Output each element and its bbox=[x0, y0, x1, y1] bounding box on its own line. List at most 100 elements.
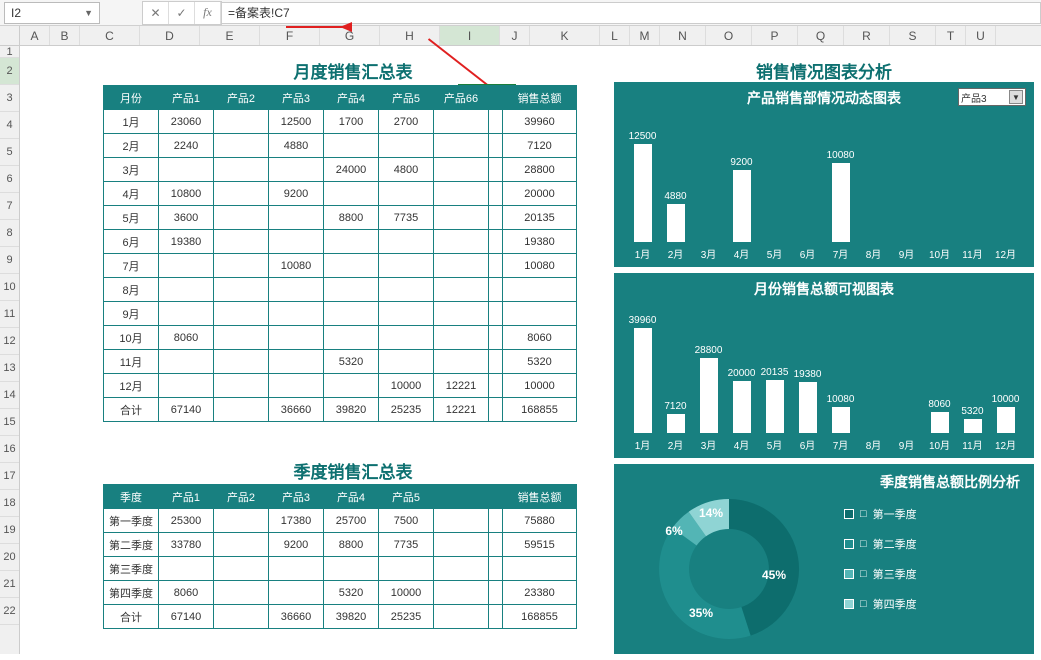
table-cell[interactable] bbox=[269, 581, 324, 605]
table-cell[interactable] bbox=[489, 158, 503, 182]
table-header-cell[interactable]: 销售总额 bbox=[503, 485, 577, 509]
table-cell[interactable] bbox=[489, 254, 503, 278]
table-cell[interactable] bbox=[379, 182, 434, 206]
table-cell[interactable]: 10000 bbox=[503, 374, 577, 398]
table-cell[interactable]: 7月 bbox=[104, 254, 159, 278]
table-cell[interactable]: 39960 bbox=[503, 110, 577, 134]
table-cell[interactable] bbox=[269, 158, 324, 182]
table-cell[interactable]: 2月 bbox=[104, 134, 159, 158]
table-cell[interactable] bbox=[379, 278, 434, 302]
table-cell[interactable]: 3月 bbox=[104, 158, 159, 182]
table-cell[interactable]: 6月 bbox=[104, 230, 159, 254]
table-cell[interactable]: 9200 bbox=[269, 182, 324, 206]
table-cell[interactable] bbox=[214, 374, 269, 398]
table-cell[interactable]: 第四季度 bbox=[104, 581, 159, 605]
table-cell[interactable] bbox=[434, 158, 489, 182]
name-box-dropdown-icon[interactable]: ▼ bbox=[84, 8, 93, 18]
table-cell[interactable]: 7500 bbox=[379, 509, 434, 533]
table-cell[interactable]: 10月 bbox=[104, 326, 159, 350]
row-header[interactable]: 6 bbox=[0, 166, 19, 193]
table-cell[interactable]: 第一季度 bbox=[104, 509, 159, 533]
table-cell[interactable]: 19380 bbox=[159, 230, 214, 254]
table-cell[interactable]: 合计 bbox=[104, 605, 159, 629]
table-cell[interactable] bbox=[269, 278, 324, 302]
table-cell[interactable] bbox=[489, 182, 503, 206]
table-cell[interactable] bbox=[434, 581, 489, 605]
table-cell[interactable] bbox=[214, 605, 269, 629]
column-header[interactable]: K bbox=[530, 26, 600, 45]
table-cell[interactable] bbox=[379, 350, 434, 374]
table-cell[interactable]: 2240 bbox=[159, 134, 214, 158]
column-header[interactable]: O bbox=[706, 26, 752, 45]
quarterly-sales-table[interactable]: 季度产品1产品2产品3产品4产品5销售总额第一季度253001738025700… bbox=[103, 484, 577, 629]
table-cell[interactable]: 4880 bbox=[269, 134, 324, 158]
table-cell[interactable]: 23060 bbox=[159, 110, 214, 134]
table-cell[interactable]: 9200 bbox=[269, 533, 324, 557]
column-header[interactable]: S bbox=[890, 26, 936, 45]
table-cell[interactable]: 12月 bbox=[104, 374, 159, 398]
row-header[interactable]: 12 bbox=[0, 328, 19, 355]
table-cell[interactable] bbox=[324, 557, 379, 581]
table-cell[interactable] bbox=[324, 278, 379, 302]
table-header-cell[interactable]: 产品3 bbox=[269, 485, 324, 509]
table-header-cell[interactable]: 产品3 bbox=[269, 86, 324, 110]
table-cell[interactable]: 5320 bbox=[324, 581, 379, 605]
table-cell[interactable] bbox=[159, 557, 214, 581]
table-cell[interactable]: 7120 bbox=[503, 134, 577, 158]
table-cell[interactable]: 7735 bbox=[379, 533, 434, 557]
table-header-cell[interactable]: 产品5 bbox=[379, 485, 434, 509]
table-cell[interactable]: 168855 bbox=[503, 398, 577, 422]
table-cell[interactable] bbox=[269, 206, 324, 230]
table-cell[interactable] bbox=[379, 254, 434, 278]
row-header[interactable]: 22 bbox=[0, 598, 19, 625]
table-cell[interactable]: 28800 bbox=[503, 158, 577, 182]
table-cell[interactable] bbox=[214, 254, 269, 278]
table-cell[interactable] bbox=[324, 230, 379, 254]
table-cell[interactable] bbox=[434, 230, 489, 254]
table-cell[interactable] bbox=[159, 350, 214, 374]
table-cell[interactable]: 168855 bbox=[503, 605, 577, 629]
table-cell[interactable] bbox=[489, 581, 503, 605]
table-cell[interactable] bbox=[324, 254, 379, 278]
table-cell[interactable]: 23380 bbox=[503, 581, 577, 605]
table-cell[interactable]: 67140 bbox=[159, 398, 214, 422]
table-cell[interactable] bbox=[489, 206, 503, 230]
table-cell[interactable]: 11月 bbox=[104, 350, 159, 374]
table-cell[interactable] bbox=[489, 278, 503, 302]
table-cell[interactable] bbox=[434, 302, 489, 326]
table-cell[interactable] bbox=[379, 557, 434, 581]
table-cell[interactable]: 36660 bbox=[269, 605, 324, 629]
row-header[interactable]: 11 bbox=[0, 301, 19, 328]
table-cell[interactable] bbox=[489, 302, 503, 326]
table-cell[interactable] bbox=[214, 581, 269, 605]
table-cell[interactable]: 8800 bbox=[324, 206, 379, 230]
column-header[interactable]: M bbox=[630, 26, 660, 45]
table-header-cell[interactable]: 产品1 bbox=[159, 86, 214, 110]
table-cell[interactable] bbox=[214, 302, 269, 326]
column-header[interactable]: I bbox=[440, 26, 500, 45]
table-cell[interactable]: 39820 bbox=[324, 605, 379, 629]
table-cell[interactable] bbox=[214, 557, 269, 581]
table-cell[interactable]: 8060 bbox=[503, 326, 577, 350]
table-header-cell[interactable]: 月份 bbox=[104, 86, 159, 110]
row-header[interactable]: 19 bbox=[0, 517, 19, 544]
table-header-cell[interactable]: 产品4 bbox=[324, 485, 379, 509]
table-cell[interactable]: 36660 bbox=[269, 398, 324, 422]
table-cell[interactable] bbox=[434, 182, 489, 206]
sheet-canvas[interactable]: 月度销售汇总表 销售情况图表分析 月份产品1产品2产品3产品4产品5产品66销售… bbox=[20, 46, 1041, 654]
table-cell[interactable] bbox=[324, 374, 379, 398]
table-header-cell[interactable]: 产品66 bbox=[434, 86, 489, 110]
row-header[interactable]: 3 bbox=[0, 85, 19, 112]
table-cell[interactable]: 75880 bbox=[503, 509, 577, 533]
table-cell[interactable] bbox=[269, 374, 324, 398]
table-cell[interactable] bbox=[489, 134, 503, 158]
table-cell[interactable] bbox=[324, 326, 379, 350]
table-cell[interactable] bbox=[214, 278, 269, 302]
row-header[interactable]: 4 bbox=[0, 112, 19, 139]
row-header[interactable]: 5 bbox=[0, 139, 19, 166]
table-cell[interactable]: 第三季度 bbox=[104, 557, 159, 581]
row-header[interactable]: 8 bbox=[0, 220, 19, 247]
table-cell[interactable]: 1700 bbox=[324, 110, 379, 134]
table-cell[interactable]: 59515 bbox=[503, 533, 577, 557]
row-header[interactable]: 20 bbox=[0, 544, 19, 571]
